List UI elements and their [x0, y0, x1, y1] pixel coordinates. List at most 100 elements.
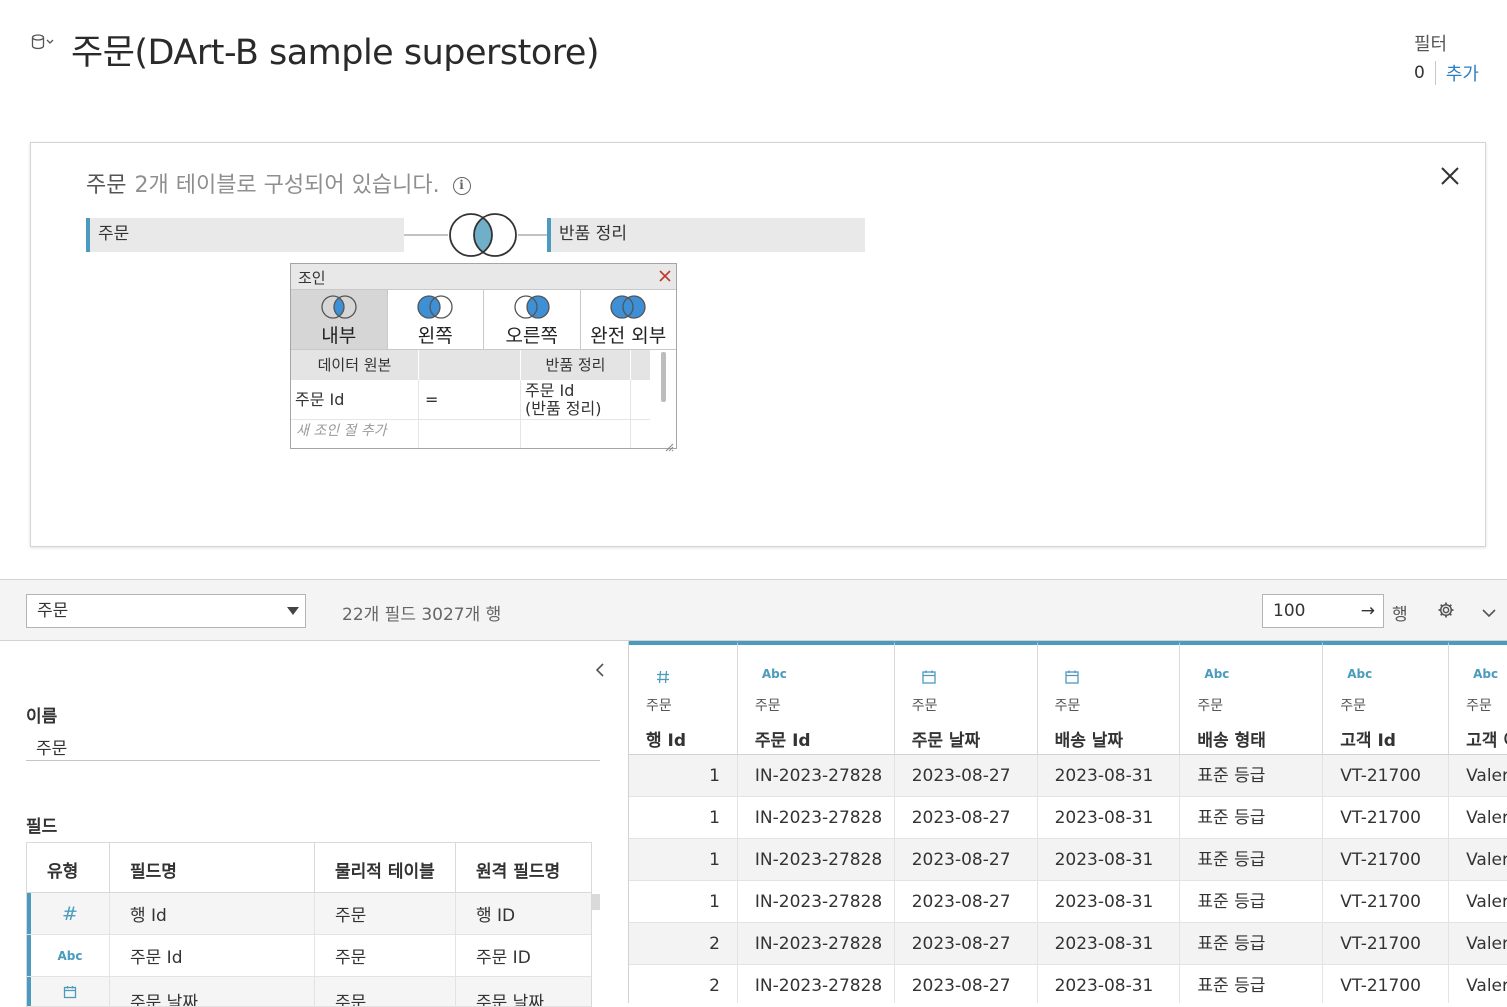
column-name[interactable]: 행 Id — [646, 726, 686, 751]
date-type-icon[interactable] — [1064, 669, 1080, 685]
apply-arrow-icon[interactable]: → — [1361, 595, 1375, 627]
grid-cell[interactable]: IN-2023-27828 — [738, 839, 895, 880]
join-clause-row[interactable]: 주문 Id = 주문 Id (반품 정리) — [291, 380, 650, 420]
grid-cell[interactable]: 2 — [629, 923, 738, 964]
chevron-down-icon[interactable] — [1481, 604, 1497, 618]
field-name[interactable]: 주문 Id — [110, 935, 315, 976]
grid-cell[interactable]: 2023-08-27 — [895, 965, 1038, 1003]
field-name[interactable]: 주문 날짜 — [110, 977, 315, 1006]
row-count-input[interactable]: 100 → — [1262, 594, 1384, 628]
grid-cell[interactable]: Valerie Takahito — [1449, 923, 1507, 964]
page-title[interactable]: 주문(DArt-B sample superstore) — [71, 24, 600, 75]
left-table-pill[interactable]: 주문 — [86, 218, 404, 252]
grid-cell[interactable]: 표준 등급 — [1180, 755, 1324, 796]
string-type-icon[interactable]: Abc — [762, 667, 787, 681]
grid-column-header[interactable]: 주문 주문 날짜 — [894, 641, 1038, 754]
fields-table-scrollbar[interactable] — [592, 894, 600, 910]
table-row[interactable]: 1 IN-2023-27828 2023-08-27 2023-08-31 표준 등급 V… — [629, 881, 1507, 923]
column-name[interactable]: 고객 Id — [1340, 726, 1396, 751]
grid-column-header[interactable]: Abc 주문 고객 Id — [1323, 641, 1450, 754]
grid-cell[interactable]: 2023-08-31 — [1038, 881, 1181, 922]
column-name[interactable]: 배송 형태 — [1197, 726, 1265, 751]
string-type-icon[interactable]: Abc — [1347, 667, 1372, 681]
grid-cell[interactable]: IN-2023-27828 — [738, 965, 895, 1003]
resize-grip-icon[interactable] — [665, 437, 674, 452]
clause-left-field[interactable]: 주문 Id — [291, 380, 419, 419]
grid-cell[interactable]: Valerie Takahito — [1449, 755, 1507, 796]
name-value[interactable]: 주문 — [36, 734, 67, 759]
grid-column-header[interactable]: Abc 주문 고객 이름 — [1449, 641, 1507, 754]
clause-right-field[interactable]: 주문 Id (반품 정리) — [521, 380, 631, 419]
grid-cell[interactable]: 표준 등급 — [1180, 839, 1324, 880]
join-type-right[interactable]: 오른쪽 — [484, 290, 581, 349]
grid-cell[interactable]: VT-21700 — [1323, 839, 1450, 880]
field-name[interactable]: 행 Id — [110, 893, 315, 934]
number-type-icon[interactable] — [655, 669, 671, 685]
grid-cell[interactable]: 표준 등급 — [1180, 797, 1324, 838]
column-name[interactable]: 배송 날짜 — [1055, 726, 1123, 751]
close-icon[interactable] — [658, 268, 672, 282]
table-select[interactable]: 주문 — [26, 594, 306, 628]
grid-cell[interactable]: 2023-08-27 — [895, 797, 1038, 838]
join-type-left[interactable]: 왼쪽 — [388, 290, 484, 349]
inner-join-venn-icon[interactable] — [447, 211, 519, 259]
grid-column-header[interactable]: Abc 주문 배송 형태 — [1180, 641, 1324, 754]
grid-column-header[interactable]: 주문 행 Id — [629, 641, 738, 754]
grid-cell[interactable]: VT-21700 — [1323, 881, 1450, 922]
gear-icon[interactable] — [1437, 601, 1455, 619]
grid-cell[interactable]: VT-21700 — [1323, 923, 1450, 964]
right-table-pill[interactable]: 반품 정리 — [547, 218, 865, 252]
grid-cell[interactable]: IN-2023-27828 — [738, 923, 895, 964]
grid-cell[interactable]: Valerie Takahito — [1449, 839, 1507, 880]
table-row[interactable]: 1 IN-2023-27828 2023-08-27 2023-08-31 표준 등급 V… — [629, 797, 1507, 839]
grid-cell[interactable]: VT-21700 — [1323, 797, 1450, 838]
info-icon[interactable]: i — [452, 177, 471, 195]
table-row[interactable]: Abc 주문 Id 주문 주문 ID — [27, 935, 591, 977]
grid-cell[interactable]: 1 — [629, 797, 738, 838]
grid-cell[interactable]: IN-2023-27828 — [738, 881, 895, 922]
grid-cell[interactable]: VT-21700 — [1323, 965, 1450, 1003]
clause-operator[interactable]: = — [419, 380, 521, 419]
grid-cell[interactable]: 2023-08-27 — [895, 839, 1038, 880]
column-name[interactable]: 주문 날짜 — [912, 726, 980, 751]
grid-cell[interactable]: 2023-08-31 — [1038, 965, 1181, 1003]
grid-column-header[interactable]: 주문 배송 날짜 — [1037, 641, 1181, 754]
grid-cell[interactable]: Valerie Takahito — [1449, 965, 1507, 1003]
column-name[interactable]: 주문 Id — [755, 726, 811, 751]
column-header[interactable]: 원격 필드명 — [456, 843, 591, 892]
join-type-full-outer[interactable]: 완전 외부 — [581, 290, 677, 349]
grid-cell[interactable]: 2023-08-27 — [895, 923, 1038, 964]
grid-cell[interactable]: 2023-08-31 — [1038, 797, 1181, 838]
grid-cell[interactable]: 2023-08-31 — [1038, 923, 1181, 964]
column-header[interactable]: 필드명 — [110, 843, 315, 892]
string-type-icon[interactable]: Abc — [1204, 667, 1229, 681]
join-type-inner[interactable]: 내부 — [291, 290, 388, 349]
grid-cell[interactable]: 1 — [629, 881, 738, 922]
grid-cell[interactable]: 1 — [629, 839, 738, 880]
close-icon[interactable] — [1437, 163, 1463, 189]
table-row[interactable]: 2 IN-2023-27828 2023-08-27 2023-08-31 표준 등급 V… — [629, 965, 1507, 1003]
grid-cell[interactable]: Valerie Takahito — [1449, 797, 1507, 838]
new-join-clause[interactable]: 새 조인 절 추가 — [291, 420, 650, 448]
number-type-icon[interactable]: # — [27, 893, 110, 934]
table-row[interactable]: # 행 Id 주문 행 ID — [27, 893, 591, 935]
grid-cell[interactable]: 표준 등급 — [1180, 881, 1324, 922]
grid-cell[interactable]: 2023-08-27 — [895, 755, 1038, 796]
grid-cell[interactable]: 표준 등급 — [1180, 965, 1324, 1003]
grid-cell[interactable]: 2 — [629, 965, 738, 1003]
grid-cell[interactable]: 2023-08-27 — [895, 881, 1038, 922]
grid-cell[interactable]: VT-21700 — [1323, 755, 1450, 796]
collapse-pane-icon[interactable] — [593, 662, 607, 678]
add-filter-link[interactable]: 추가 — [1446, 60, 1479, 86]
join-dialog-scrollbar[interactable] — [661, 352, 666, 402]
grid-cell[interactable]: IN-2023-27828 — [738, 797, 895, 838]
grid-cell[interactable]: 1 — [629, 755, 738, 796]
date-type-icon[interactable] — [27, 977, 110, 1006]
table-row[interactable]: 1 IN-2023-27828 2023-08-27 2023-08-31 표준 등급 V… — [629, 839, 1507, 881]
column-header[interactable]: 유형 — [27, 843, 110, 892]
grid-cell[interactable]: Valerie Takahito — [1449, 881, 1507, 922]
date-type-icon[interactable] — [921, 669, 937, 685]
column-name[interactable]: 고객 이름 — [1466, 726, 1507, 751]
new-join-clause-label[interactable]: 새 조인 절 추가 — [291, 420, 419, 448]
database-icon[interactable] — [31, 34, 55, 52]
